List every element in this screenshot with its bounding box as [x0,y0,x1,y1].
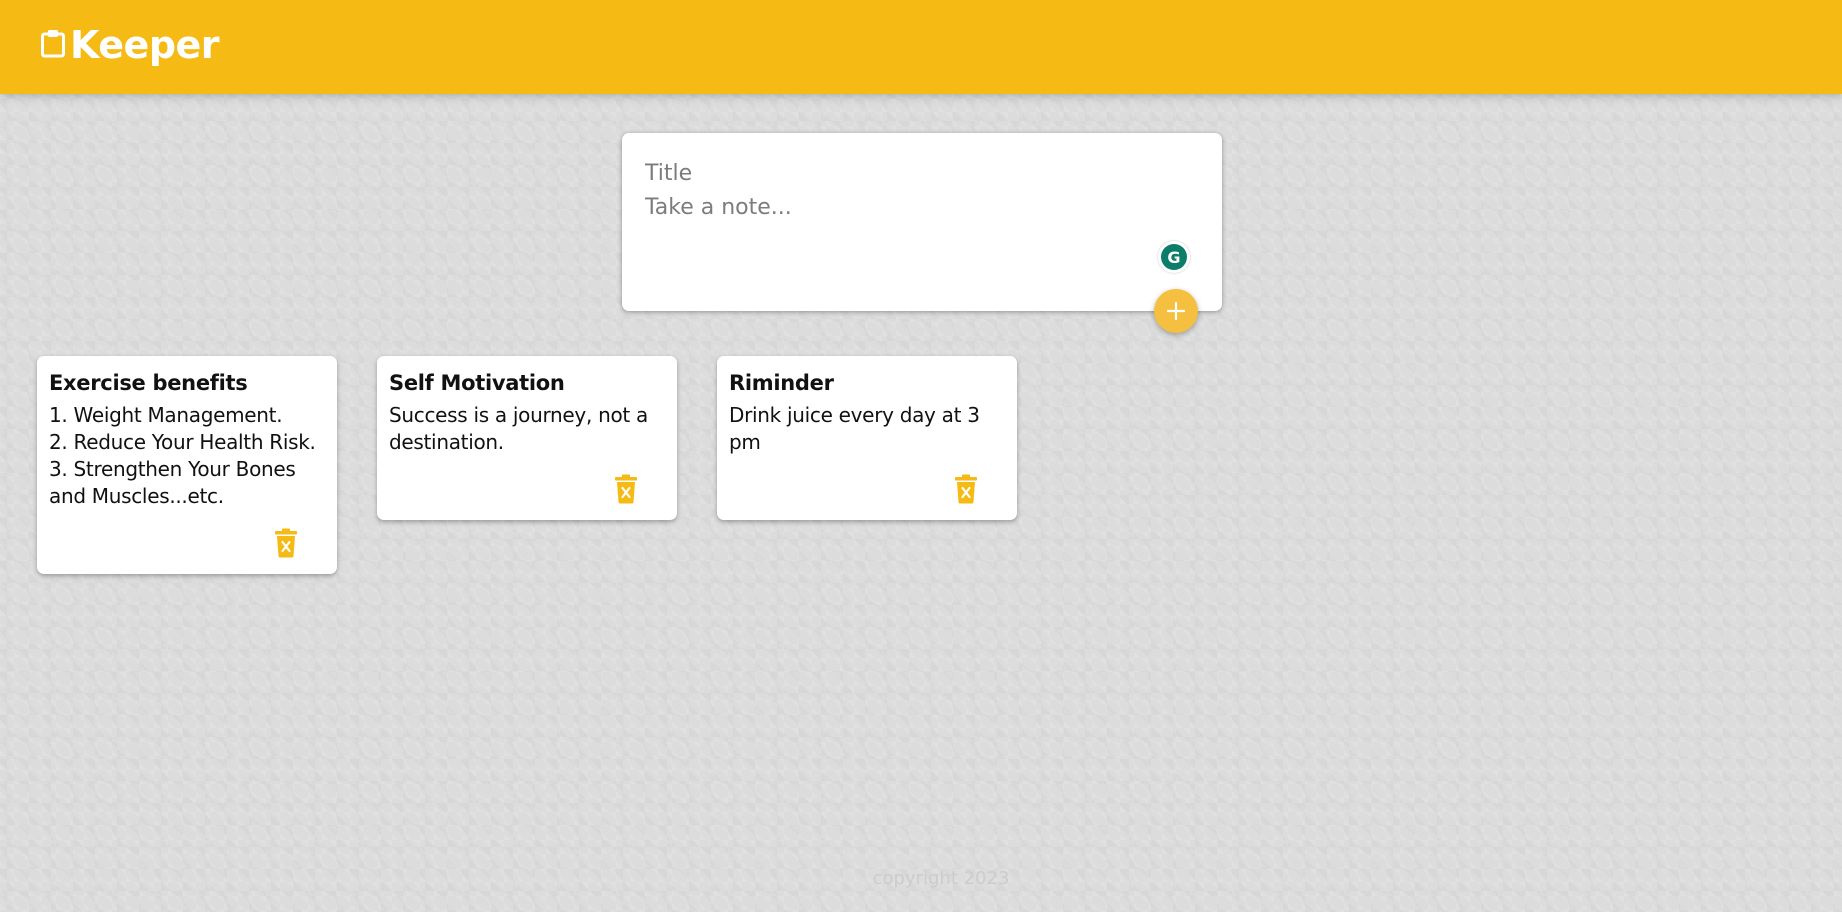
delete-forever-icon [955,474,977,504]
footer-copyright: copyright 2023 [872,868,1010,889]
app-title: Keeper [70,23,220,67]
app-logo: Keeper [40,22,220,68]
plus-icon [1166,301,1186,321]
note-title: Exercise benefits [49,371,248,395]
delete-note-button[interactable] [273,528,299,558]
note-card: Riminder Drink juice every day at 3 pm [717,356,1017,520]
note-content-input[interactable] [645,195,1185,235]
delete-note-button[interactable] [953,474,979,504]
clipboard-icon [41,30,65,58]
add-note-button[interactable] [1154,289,1198,333]
note-content: 1. Weight Management. 2. Reduce Your Hea… [49,403,316,508]
create-note-form [622,133,1222,311]
note-content: Success is a journey, not a destination. [389,403,655,454]
note-title: Riminder [729,371,834,395]
delete-forever-icon [615,474,637,504]
note-title: Self Motivation [389,371,565,395]
grammarly-icon[interactable]: G [1158,241,1190,273]
note-card: Self Motivation Success is a journey, no… [377,356,677,520]
grammarly-letter: G [1161,244,1187,270]
note-card: Exercise benefits 1. Weight Management. … [37,356,337,574]
app-header: Keeper [0,0,1842,94]
delete-forever-icon [275,528,297,558]
note-content: Drink juice every day at 3 pm [729,403,986,454]
delete-note-button[interactable] [613,474,639,504]
note-title-input[interactable] [645,157,1185,189]
